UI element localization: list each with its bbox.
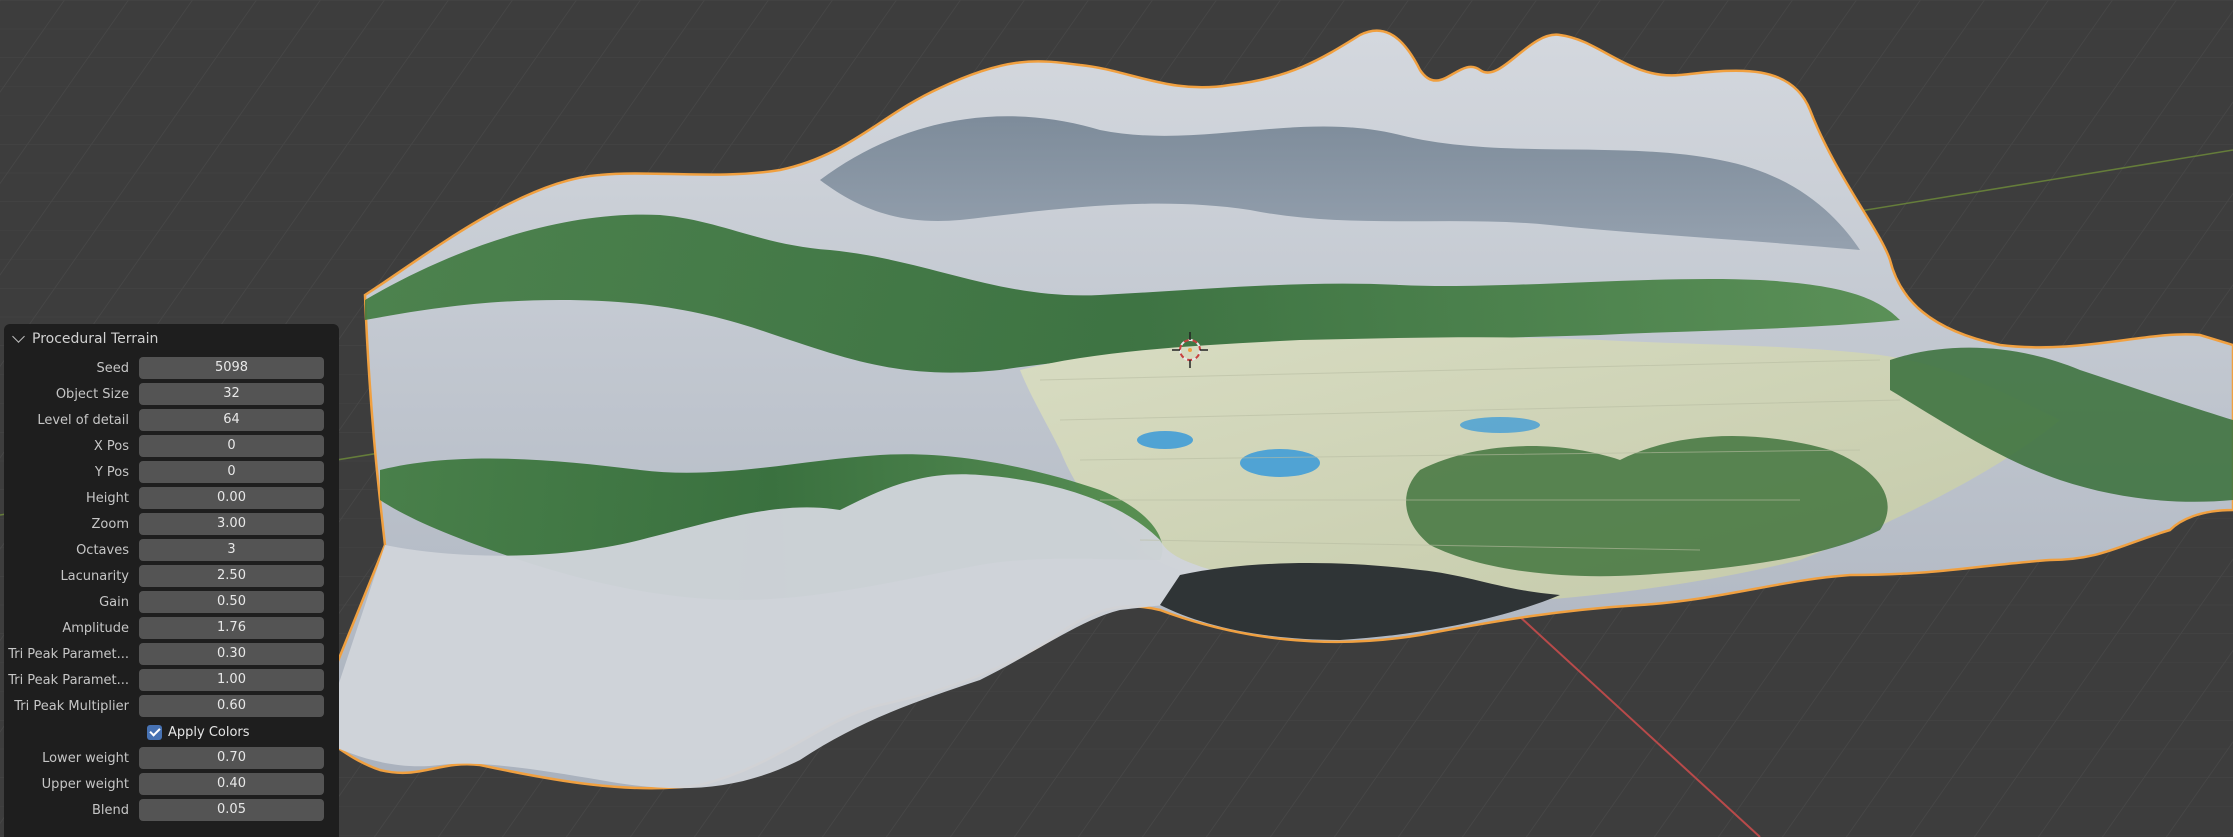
blend-field[interactable]: 0.05 xyxy=(139,799,324,821)
water-pool xyxy=(1240,449,1320,477)
field-row-level-of-detail: Level of detail 64 xyxy=(4,407,339,433)
field-row-tri-peak-multiplier: Tri Peak Multiplier 0.60 xyxy=(4,693,339,719)
field-row-x-pos: X Pos 0 xyxy=(4,433,339,459)
level-of-detail-field[interactable]: 64 xyxy=(139,409,324,431)
field-label: Tri Peak Paramet... xyxy=(8,672,129,688)
field-label: Octaves xyxy=(76,542,129,558)
field-row-amplitude: Amplitude 1.76 xyxy=(4,615,339,641)
lower-weight-field[interactable]: 0.70 xyxy=(139,747,324,769)
x-pos-field[interactable]: 0 xyxy=(139,435,324,457)
apply-colors-row[interactable]: Apply Colors xyxy=(4,719,339,745)
gain-field[interactable]: 0.50 xyxy=(139,591,324,613)
field-row-upper-weight: Upper weight 0.40 xyxy=(4,771,339,797)
seed-field[interactable]: 5098 xyxy=(139,357,324,379)
water-pool xyxy=(1460,417,1540,433)
tri-peak-parameter-2-field[interactable]: 1.00 xyxy=(139,669,324,691)
upper-weight-field[interactable]: 0.40 xyxy=(139,773,324,795)
chevron-down-icon[interactable] xyxy=(12,330,25,343)
octaves-field[interactable]: 3 xyxy=(139,539,324,561)
field-label: Tri Peak Paramet... xyxy=(8,646,129,662)
field-label: Seed xyxy=(96,360,130,376)
lacunarity-field[interactable]: 2.50 xyxy=(139,565,324,587)
object-size-field[interactable]: 32 xyxy=(139,383,324,405)
field-label: Object Size xyxy=(55,386,129,402)
field-row-lower-weight: Lower weight 0.70 xyxy=(4,745,339,771)
apply-colors-checkbox[interactable] xyxy=(147,724,162,740)
water-pool xyxy=(1137,431,1193,449)
field-label: Level of detail xyxy=(37,412,129,428)
field-label: Gain xyxy=(99,594,129,610)
field-row-seed: Seed 5098 xyxy=(4,355,339,381)
tri-peak-parameter-1-field[interactable]: 0.30 xyxy=(139,643,324,665)
field-row-octaves: Octaves 3 xyxy=(4,537,339,563)
zoom-field[interactable]: 3.00 xyxy=(139,513,324,535)
y-pos-field[interactable]: 0 xyxy=(139,461,324,483)
field-label: Lower weight xyxy=(42,750,129,766)
field-label: Tri Peak Multiplier xyxy=(14,698,129,714)
field-row-lacunarity: Lacunarity 2.50 xyxy=(4,563,339,589)
field-label: Zoom xyxy=(91,516,129,532)
field-row-object-size: Object Size 32 xyxy=(4,381,339,407)
panel-title: Procedural Terrain xyxy=(32,331,159,347)
field-label: Blend xyxy=(91,802,129,818)
tri-peak-multiplier-field[interactable]: 0.60 xyxy=(139,695,324,717)
operator-panel: Procedural Terrain Seed 5098 Object Size… xyxy=(4,324,339,837)
field-row-height: Height 0.00 xyxy=(4,485,339,511)
height-field[interactable]: 0.00 xyxy=(139,487,324,509)
panel-header[interactable]: Procedural Terrain xyxy=(4,324,339,354)
apply-colors-label[interactable]: Apply Colors xyxy=(168,725,250,740)
field-label: Lacunarity xyxy=(60,568,129,584)
field-row-tri-peak-parameter-1: Tri Peak Paramet... 0.30 xyxy=(4,641,339,667)
field-row-tri-peak-parameter-2: Tri Peak Paramet... 1.00 xyxy=(4,667,339,693)
field-label: X Pos xyxy=(93,438,129,454)
field-row-gain: Gain 0.50 xyxy=(4,589,339,615)
field-label: Y Pos xyxy=(94,464,129,480)
field-label: Upper weight xyxy=(41,776,129,792)
field-label: Height xyxy=(86,490,129,506)
field-row-blend: Blend 0.05 xyxy=(4,797,339,823)
field-row-zoom: Zoom 3.00 xyxy=(4,511,339,537)
field-label: Amplitude xyxy=(62,620,129,636)
field-row-y-pos: Y Pos 0 xyxy=(4,459,339,485)
amplitude-field[interactable]: 1.76 xyxy=(139,617,324,639)
